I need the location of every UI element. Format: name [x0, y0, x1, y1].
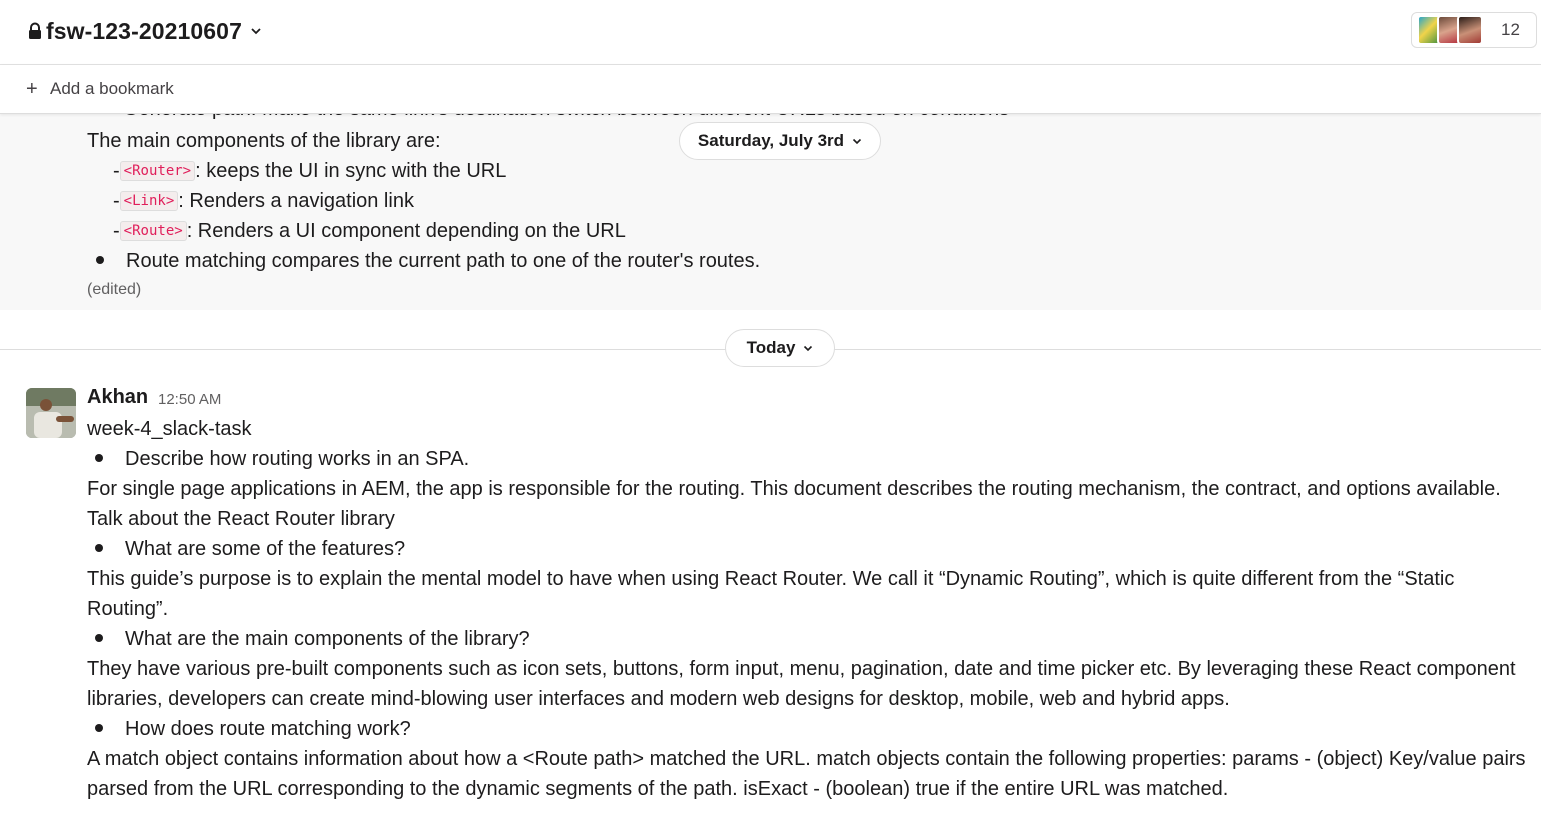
list-item-text: What are the main components of the libr…	[125, 628, 530, 650]
bullet-icon	[95, 723, 103, 732]
plus-icon[interactable]: +	[26, 78, 38, 101]
list-item: Describe how routing works in an SPA.	[87, 444, 1537, 474]
avatar[interactable]	[26, 388, 76, 438]
members-button[interactable]: 12	[1411, 12, 1537, 48]
list-item-text: : Renders a navigation link	[178, 190, 414, 212]
chevron-down-icon	[804, 345, 813, 352]
code-route: <Route>	[119, 221, 187, 241]
list-item-text: How does route matching work?	[125, 718, 411, 740]
bullet-icon	[95, 453, 103, 462]
date-pill-saturday[interactable]: Saturday, July 3rd	[679, 122, 881, 160]
list-item: - <Router>: keeps the UI in sync with the…	[113, 156, 506, 188]
list-item: - <Route>: Renders a UI component dependi…	[113, 216, 626, 248]
message-line-cut: Generate path: Make the same link's dest…	[123, 113, 1009, 121]
channel-header: fsw-123-20210607 12	[0, 0, 1541, 65]
message-body: week-4_slack-task Describe how routing w…	[87, 414, 1537, 804]
list-item-text: What are some of the features?	[125, 538, 406, 560]
message-paragraph: Talk about the React Router library	[87, 508, 395, 530]
date-pill-label: Saturday, July 3rd	[697, 131, 845, 150]
list-item: What are some of the features?	[87, 534, 1537, 564]
code-router: <Router>	[119, 161, 196, 181]
list-item-text: Route matching compares the current path…	[126, 250, 761, 272]
list-item: Route matching compares the current path…	[96, 246, 760, 276]
member-avatar	[1457, 15, 1483, 45]
bullet-icon	[96, 255, 104, 264]
date-pill-label: Today	[746, 338, 796, 357]
dash: -	[113, 220, 120, 242]
message-paragraph: A match object contains information abou…	[87, 748, 1526, 800]
list-item-text: : Renders a UI component depending on th…	[186, 220, 626, 242]
message-paragraph: They have various pre-built components s…	[87, 658, 1516, 710]
list-item: How does route matching work?	[87, 714, 1537, 744]
message-title: week-4_slack-task	[87, 418, 252, 440]
add-bookmark-button[interactable]: Add a bookmark	[50, 79, 174, 99]
member-count: 12	[1501, 20, 1520, 39]
chevron-down-icon	[251, 28, 261, 35]
bullet-icon	[95, 543, 103, 552]
components-intro: The main components of the library are:	[87, 130, 441, 152]
edited-label: (edited)	[87, 281, 142, 298]
dash: -	[113, 190, 120, 212]
list-item: What are the main components of the libr…	[87, 624, 1537, 654]
bookmark-bar: + Add a bookmark	[0, 65, 1541, 114]
date-pill-today[interactable]: Today	[725, 329, 835, 367]
dash: -	[113, 160, 120, 182]
list-item-text: Describe how routing works in an SPA.	[125, 448, 470, 470]
message-paragraph: For single page applications in AEM, the…	[87, 478, 1501, 500]
list-item-text: : keeps the UI in sync with the URL	[195, 160, 507, 182]
bullet-icon	[95, 633, 103, 642]
message-paragraph: This guide’s purpose is to explain the m…	[87, 568, 1455, 620]
chevron-down-icon	[852, 138, 862, 145]
message-author[interactable]: Akhan	[87, 386, 148, 409]
message-timestamp[interactable]: 12:50 AM	[158, 391, 221, 408]
channel-name: fsw-123-20210607	[46, 17, 242, 44]
channel-name-button[interactable]: fsw-123-20210607	[28, 16, 262, 46]
list-item: - <Link>: Renders a navigation link	[113, 186, 414, 218]
code-link: <Link>	[119, 191, 179, 211]
lock-icon	[29, 22, 41, 39]
